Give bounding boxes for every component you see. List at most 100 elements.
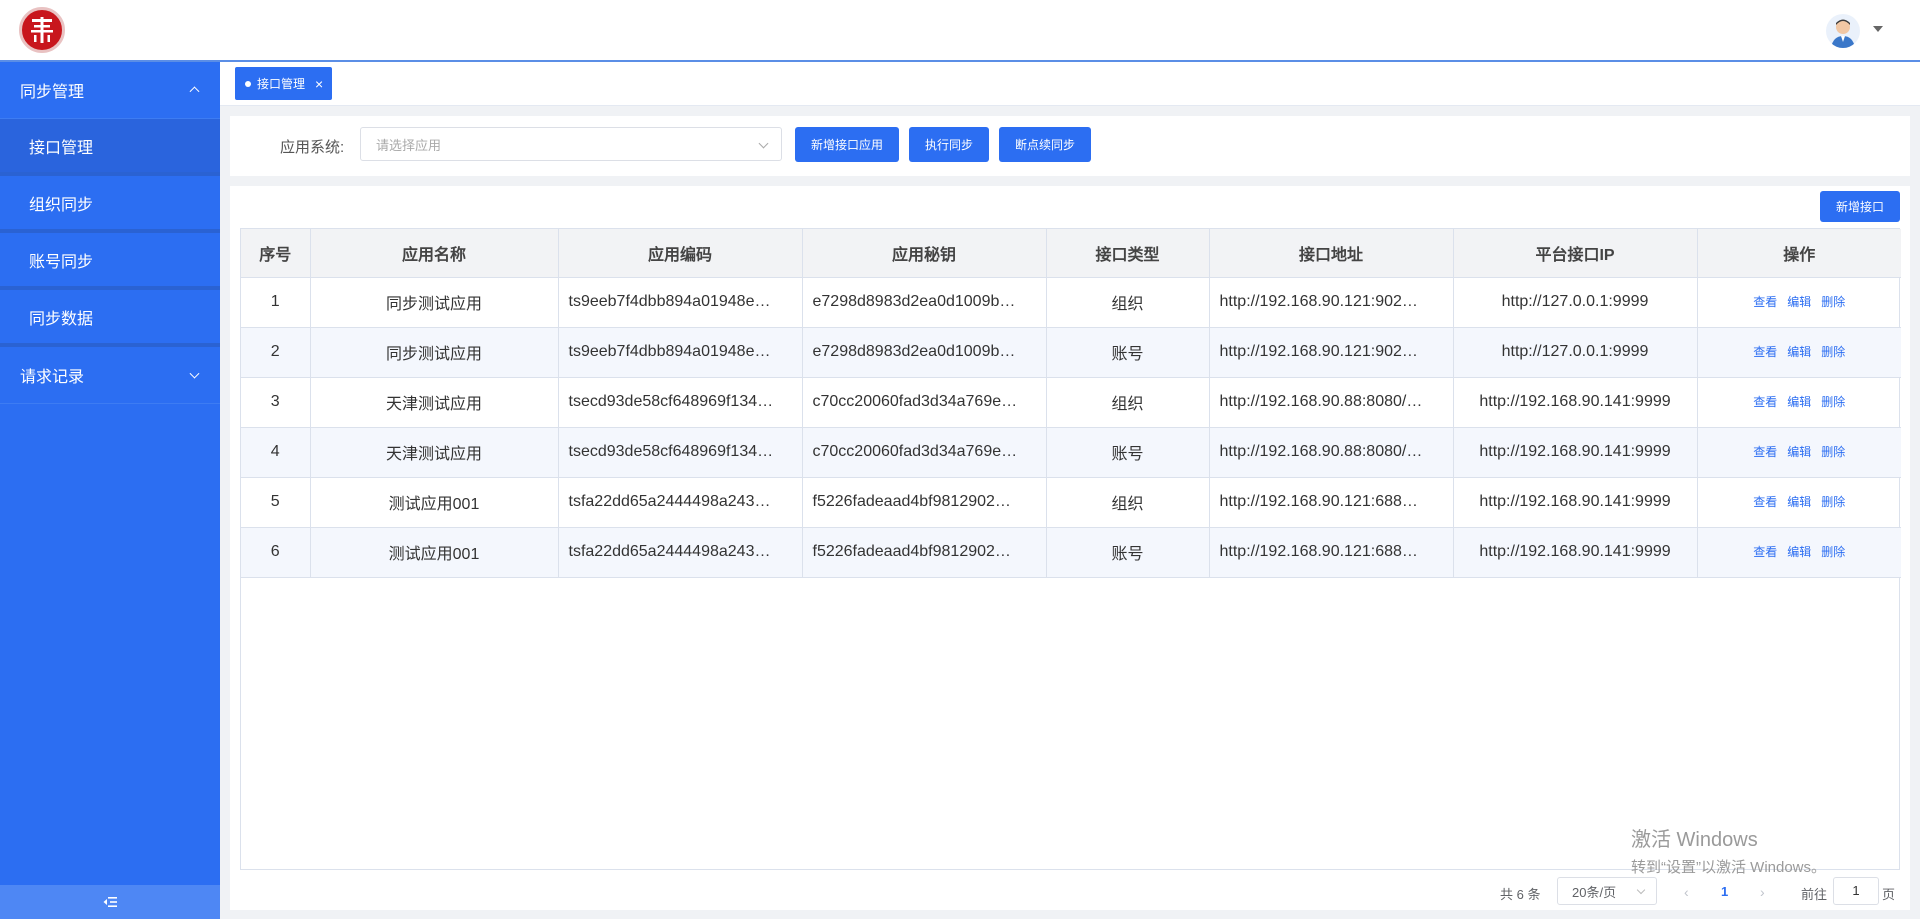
column-header: 接口类型 — [1046, 229, 1210, 278]
page-number-current[interactable]: 1 — [1721, 884, 1728, 899]
table-row: 6 测试应用001 tsfa22dd65a2444498a243… f5226f… — [241, 527, 1901, 578]
top-header — [0, 0, 1920, 62]
table-row: 3 天津测试应用 tsecd93de58cf648969f134… c70cc2… — [241, 377, 1901, 428]
delete-link[interactable]: 删除 — [1821, 445, 1845, 459]
delete-link[interactable]: 删除 — [1821, 395, 1845, 409]
pagination: 共 6 条 20条/页 ‹ 1 › 前往 1 页 — [230, 876, 1910, 906]
cell-app-secret: e7298d8983d2ea0d1009b… — [802, 327, 1047, 378]
collapse-menu-icon — [103, 897, 117, 907]
edit-link[interactable]: 编辑 — [1787, 295, 1811, 309]
sidebar-item-sync-data[interactable]: 同步数据 — [0, 290, 220, 347]
sidebar-item-account-sync[interactable]: 账号同步 — [0, 233, 220, 290]
chevron-up-icon — [189, 86, 200, 97]
column-header: 序号 — [241, 229, 311, 278]
add-interface-app-button[interactable]: 新增接口应用 — [795, 127, 899, 162]
interface-table: 序号 应用名称 应用编码 应用秘钥 接口类型 接口地址 平台接口IP 操作 1 … — [240, 228, 1901, 870]
cell-app-secret: c70cc20060fad3d34a769e… — [802, 377, 1047, 428]
delete-link[interactable]: 删除 — [1821, 545, 1845, 559]
column-header: 接口地址 — [1209, 229, 1454, 278]
sidebar-item-label: 组织同步 — [29, 196, 94, 214]
sidebar-group-label: 同步管理 — [20, 84, 85, 101]
view-link[interactable]: 查看 — [1753, 545, 1777, 559]
cell-platform-ip: http://127.0.0.1:9999 — [1453, 277, 1698, 328]
app-system-label: 应用系统: — [280, 139, 345, 156]
tab-interface-management[interactable]: 接口管理 × — [235, 67, 333, 100]
goto-label: 前往 — [1801, 887, 1828, 902]
view-link[interactable]: 查看 — [1753, 445, 1777, 459]
sidebar-item-label: 账号同步 — [29, 253, 94, 271]
delete-link[interactable]: 删除 — [1821, 495, 1845, 509]
cell-no: 4 — [241, 427, 311, 478]
cell-actions: 查看 编辑 删除 — [1697, 377, 1901, 428]
sidebar-item-label: 接口管理 — [29, 139, 94, 157]
cell-app-secret: e7298d8983d2ea0d1009b… — [802, 277, 1047, 328]
cell-app-code: tsfa22dd65a2444498a243… — [558, 527, 803, 578]
goto-page-input[interactable]: 1 — [1833, 877, 1879, 905]
cell-interface-url: http://192.168.90.121:902… — [1209, 277, 1454, 328]
delete-link[interactable]: 删除 — [1821, 295, 1845, 309]
page-size-select[interactable]: 20条/页 — [1557, 877, 1657, 905]
table-header-row: 序号 应用名称 应用编码 应用秘钥 接口类型 接口地址 平台接口IP 操作 — [241, 229, 1901, 278]
column-header: 平台接口IP — [1453, 229, 1698, 278]
sidebar-collapse-button[interactable] — [0, 885, 220, 919]
run-sync-button[interactable]: 执行同步 — [909, 127, 989, 162]
edit-link[interactable]: 编辑 — [1787, 445, 1811, 459]
sidebar-item-org-sync[interactable]: 组织同步 — [0, 176, 220, 233]
select-placeholder: 请选择应用 — [376, 137, 442, 153]
sidebar-item-interface-management[interactable]: 接口管理 — [0, 119, 220, 176]
cell-interface-url: http://192.168.90.88:8080/… — [1209, 377, 1454, 428]
cell-actions: 查看 编辑 删除 — [1697, 427, 1901, 478]
logo — [19, 7, 65, 53]
sidebar-group-sync-management[interactable]: 同步管理 — [0, 62, 220, 119]
add-interface-button[interactable]: 新增接口 — [1820, 191, 1900, 222]
sidebar-group-request-log[interactable]: 请求记录 — [0, 347, 220, 404]
view-link[interactable]: 查看 — [1753, 495, 1777, 509]
watermark-subtitle: 转到“设置”以激活 Windows。 — [1631, 859, 1827, 876]
column-header: 应用秘钥 — [802, 229, 1047, 278]
column-header: 应用编码 — [558, 229, 803, 278]
cell-interface-type: 账号 — [1046, 427, 1210, 478]
app-system-select[interactable]: 请选择应用 — [360, 127, 782, 161]
cell-no: 5 — [241, 477, 311, 528]
cell-interface-url: http://192.168.90.121:902… — [1209, 327, 1454, 378]
cell-interface-type: 组织 — [1046, 377, 1210, 428]
cell-app-secret: f5226fadeaad4bf9812902… — [802, 527, 1047, 578]
user-avatar[interactable] — [1826, 14, 1860, 48]
sidebar: 同步管理 接口管理 组织同步 账号同步 同步数据 请求记录 — [0, 62, 220, 919]
main-panel: 新增接口 序号 应用名称 应用编码 应用秘钥 接口类型 接口地址 平台接口IP … — [230, 186, 1910, 910]
view-link[interactable]: 查看 — [1753, 345, 1777, 359]
tab-active-dot-icon — [245, 80, 251, 87]
cell-actions: 查看 编辑 删除 — [1697, 277, 1901, 328]
cell-platform-ip: http://127.0.0.1:9999 — [1453, 327, 1698, 378]
close-icon[interactable]: × — [315, 76, 323, 92]
chevron-down-icon — [758, 138, 769, 149]
tab-label: 接口管理 — [257, 77, 306, 91]
page-size-value: 20条/页 — [1572, 884, 1617, 900]
tabs-bar: 接口管理 × — [220, 62, 1920, 106]
column-header: 操作 — [1697, 229, 1901, 278]
edit-link[interactable]: 编辑 — [1787, 395, 1811, 409]
cell-platform-ip: http://192.168.90.141:9999 — [1453, 427, 1698, 478]
edit-link[interactable]: 编辑 — [1787, 495, 1811, 509]
delete-link[interactable]: 删除 — [1821, 345, 1845, 359]
resume-sync-button[interactable]: 断点续同步 — [999, 127, 1091, 162]
edit-link[interactable]: 编辑 — [1787, 545, 1811, 559]
table-row: 1 同步测试应用 ts9eeb7f4dbb894a01948e… e7298d8… — [241, 277, 1901, 328]
user-menu-caret-icon[interactable] — [1873, 26, 1883, 32]
cell-interface-url: http://192.168.90.88:8080/… — [1209, 427, 1454, 478]
goto-unit-label: 页 — [1882, 887, 1896, 902]
cell-app-code: ts9eeb7f4dbb894a01948e… — [558, 327, 803, 378]
logo-emblem-icon — [31, 17, 53, 43]
cell-app-name: 测试应用001 — [310, 477, 559, 528]
cell-interface-type: 账号 — [1046, 327, 1210, 378]
view-link[interactable]: 查看 — [1753, 395, 1777, 409]
column-header: 应用名称 — [310, 229, 559, 278]
pagination-total: 共 6 条 — [1500, 887, 1541, 902]
view-link[interactable]: 查看 — [1753, 295, 1777, 309]
cell-app-secret: c70cc20060fad3d34a769e… — [802, 427, 1047, 478]
prev-page-button[interactable]: ‹ — [1684, 884, 1689, 900]
cell-actions: 查看 编辑 删除 — [1697, 527, 1901, 578]
filter-panel: 应用系统: 请选择应用 新增接口应用 执行同步 断点续同步 — [230, 116, 1910, 176]
next-page-button[interactable]: › — [1760, 884, 1765, 900]
edit-link[interactable]: 编辑 — [1787, 345, 1811, 359]
